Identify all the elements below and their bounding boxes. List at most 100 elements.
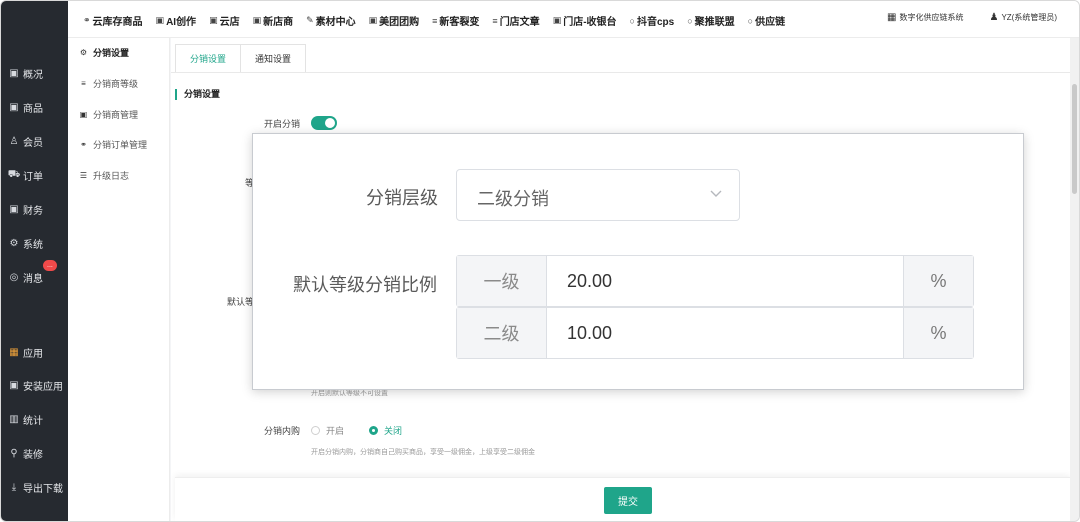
level-one-ratio-group: 一级 20.00 % <box>456 255 974 307</box>
sidebar-item-overview[interactable]: ▣ 概况 <box>1 60 68 86</box>
page-scrollbar[interactable] <box>1070 38 1079 521</box>
link-icon: ⚭ <box>83 15 91 25</box>
sidebar-item-install-apps[interactable]: ▣ 安装应用 <box>1 372 68 398</box>
topnav-item-cloud-store[interactable]: ▣ 云店 <box>209 13 240 28</box>
scrollbar-thumb[interactable] <box>1072 84 1077 194</box>
topnav-item-meituan[interactable]: ▣ 美团团购 <box>369 13 420 28</box>
sidebar-item-label: 安装应用 <box>23 381 63 393</box>
log-icon: ☰ <box>79 171 88 180</box>
sidebar-item-goods[interactable]: ▣ 商品 <box>1 94 68 120</box>
topnav-item-new-store[interactable]: ▣ 新店商 <box>253 13 294 28</box>
circle-icon: ○ <box>629 15 635 26</box>
submenu-item-levels[interactable]: ≡ 分销商等级 <box>79 77 138 90</box>
distribution-level-select[interactable]: 二级分销 <box>456 169 740 221</box>
submenu-item-orders[interactable]: ⚭ 分销订单管理 <box>79 138 147 151</box>
stats-icon: ▥ <box>9 413 19 425</box>
sidebar-item-label: 导出下载 <box>23 483 63 495</box>
default-ratio-label-partial: 默认等 <box>227 297 255 307</box>
image-icon: ▣ <box>209 15 218 25</box>
system-switch[interactable]: ▦ 数字化供应链系统 <box>887 12 963 23</box>
sidebar-item-decorate[interactable]: ⚲ 装修 <box>1 440 68 466</box>
gear-icon: ⚙ <box>79 48 88 57</box>
default-ratio-label: 默认等级分销比例 <box>293 275 437 295</box>
zoom-overlay-panel: 分销层级 二级分销 默认等级分销比例 一级 20.00 % 二级 10.00 % <box>252 133 1024 390</box>
list-icon: ≡ <box>432 15 438 26</box>
order-icon: ⚭ <box>80 140 87 149</box>
chart-icon: ▣ <box>9 67 19 79</box>
topnav-label: 云店 <box>219 17 240 28</box>
download-icon: ⤓ <box>11 481 17 493</box>
user-icon: ♟ <box>989 12 999 23</box>
topnav-label: 新客裂变 <box>439 17 480 28</box>
topnav-item-articles[interactable]: ≡ 门店文章 <box>492 13 539 29</box>
user-menu[interactable]: ♟ YZ(系统管理员) <box>989 12 1057 23</box>
tab-bar: 分销设置 通知设置 <box>175 44 307 72</box>
topnav-item-cashier[interactable]: ▣ 门店-收银台 <box>553 13 617 28</box>
sidebar-item-stats[interactable]: ▥ 统计 <box>1 406 68 432</box>
system-name: 数字化供应链系统 <box>899 13 964 22</box>
self-purchase-off-radio[interactable]: 关闭 <box>369 424 402 437</box>
sidebar-item-system[interactable]: ⚙ 系统 <box>1 230 68 256</box>
install-icon: ▣ <box>9 379 19 391</box>
sub-menu: ⚙ 分销设置 ≡ 分销商等级 ▣ 分销商管理 ⚭ 分销订单管理 ☰ 升级日志 <box>68 38 170 521</box>
chevron-down-icon <box>710 190 722 197</box>
topnav-item-material[interactable]: ✎ 素材中心 <box>306 13 356 28</box>
decorate-icon: ⚲ <box>10 447 18 459</box>
user-manage-icon: ▣ <box>79 110 88 119</box>
sidebar-item-member[interactable]: ♙ 会员 <box>1 128 68 154</box>
sidebar-item-export[interactable]: ⤓ 导出下载 <box>1 474 68 500</box>
circle-icon: ○ <box>687 15 693 26</box>
section-title: 分销设置 <box>175 89 220 100</box>
topnav-label: AI创作 <box>166 17 197 28</box>
level-one-prefix: 一级 <box>457 256 547 306</box>
submenu-item-distributors[interactable]: ▣ 分销商管理 <box>79 108 138 121</box>
distribution-level-label: 分销层级 <box>366 188 438 208</box>
enable-distribution-switch[interactable] <box>311 116 337 130</box>
material-icon: ✎ <box>306 15 314 25</box>
sidebar-item-label: 财务 <box>23 205 43 217</box>
topnav-item-ai-create[interactable]: ▣ AI创作 <box>156 13 197 28</box>
sidebar-item-apps[interactable]: ▦ 应用 <box>1 339 68 365</box>
radio-label: 关闭 <box>384 426 403 436</box>
submenu-label: 分销设置 <box>93 48 130 58</box>
self-purchase-on-radio[interactable]: 开启 <box>311 424 344 437</box>
grid-icon: ▦ <box>887 12 897 23</box>
level-one-ratio-input[interactable]: 20.00 <box>547 256 903 306</box>
user-name: YZ(系统管理员) <box>1001 13 1057 22</box>
list-icon: ≡ <box>492 15 498 26</box>
topnav-item-douyin[interactable]: ○ 抖音cps <box>629 13 675 29</box>
sidebar-item-messages[interactable]: ◎ 消息... <box>1 260 68 290</box>
topnav-label: 供应链 <box>755 17 786 28</box>
tab-notification-settings[interactable]: 通知设置 <box>241 44 307 72</box>
apps-icon: ▦ <box>9 346 19 358</box>
submenu-label: 分销订单管理 <box>93 140 148 150</box>
submit-button[interactable]: 提交 <box>604 487 652 514</box>
level-two-ratio-input[interactable]: 10.00 <box>547 308 903 358</box>
member-icon: ♙ <box>9 135 19 147</box>
submenu-item-upgrade-log[interactable]: ☰ 升级日志 <box>79 169 129 182</box>
radio-dot <box>369 426 378 435</box>
topnav-label: 美团团购 <box>379 17 420 28</box>
topnav-label: 素材中心 <box>315 17 356 28</box>
sidebar-item-label: 消息 <box>23 273 43 285</box>
sidebar-item-finance[interactable]: ▣ 财务 <box>1 196 68 222</box>
self-purchase-label: 分销内购 <box>264 426 301 436</box>
submenu-item-settings[interactable]: ⚙ 分销设置 <box>79 46 129 59</box>
tab-distribution-settings[interactable]: 分销设置 <box>175 44 242 72</box>
submenu-label: 分销商等级 <box>93 79 139 89</box>
app-window: ▣ 概况 ▣ 商品 ♙ 会员 ⛟ 订单 ▣ 财务 ⚙ 系统 ◎ 消息... ▦ 应用 ▣ 安装应用… <box>0 0 1080 522</box>
topnav-item-referral[interactable]: ≡ 新客裂变 <box>432 13 480 29</box>
store-icon: ▣ <box>252 15 262 25</box>
notification-badge: ... <box>43 260 57 271</box>
ai-icon: ▣ <box>155 15 165 25</box>
radio-label: 开启 <box>326 426 345 436</box>
sidebar-item-label: 会员 <box>23 137 43 149</box>
sidebar-item-orders[interactable]: ⛟ 订单 <box>1 162 68 188</box>
topnav-item-alliance[interactable]: ○ 聚推联盟 <box>687 13 734 29</box>
top-navbar: ⚭ 云库存商品 ▣ AI创作 ▣ 云店 ▣ 新店商 ✎ 素材中心 ▣ 美团团购 ≡ 新客裂变 … <box>68 1 1079 38</box>
sidebar-item-label: 应用 <box>23 348 43 360</box>
topnav-label: 新店商 <box>263 17 294 28</box>
topnav-item-supply-chain[interactable]: ○ 供应链 <box>748 13 786 29</box>
sidebar-item-label: 概况 <box>23 69 43 81</box>
topnav-item-cloud-stock[interactable]: ⚭ 云库存商品 <box>83 13 143 28</box>
